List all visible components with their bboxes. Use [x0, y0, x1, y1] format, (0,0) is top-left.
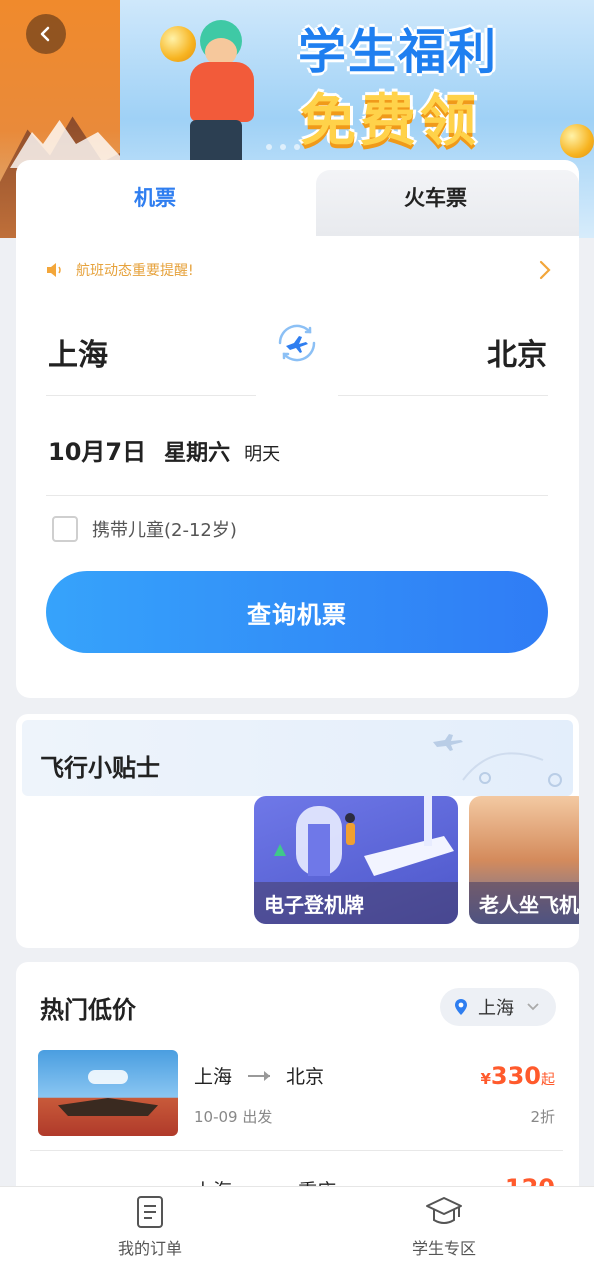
nav-student-zone[interactable]: 学生专区 [364, 1195, 524, 1259]
departure-weekday: 星期六 [164, 441, 231, 466]
child-option[interactable]: 携带儿童(2-12岁) [52, 516, 237, 542]
tip-label: 老人坐飞机 [469, 882, 579, 924]
flight-search-card: 机票 火车票 航班动态重要提醒! 上海 北京 10月7日 星期六 明天 携带儿童… [16, 160, 579, 698]
departure-city[interactable]: 上海 [48, 330, 108, 374]
route-to: 北京 [286, 1066, 325, 1088]
nav-my-orders[interactable]: 我的订单 [70, 1195, 230, 1259]
tab-flight[interactable]: 机票 [134, 182, 176, 212]
chevron-left-icon [40, 26, 50, 42]
child-checkbox[interactable] [52, 516, 78, 542]
swap-cities-button[interactable] [270, 316, 324, 370]
order-list-icon [137, 1196, 163, 1228]
search-flights-button[interactable]: 查询机票 [46, 571, 548, 653]
date-selector[interactable]: 10月7日 星期六 明天 [48, 432, 280, 467]
nav-label: 学生专区 [411, 1239, 476, 1258]
date-divider [46, 495, 548, 496]
bottom-navigation: 我的订单 学生专区 [0, 1186, 594, 1280]
child-label: 携带儿童(2-12岁) [92, 520, 237, 541]
graduation-cap-icon [426, 1197, 462, 1224]
route-shanghai-beijing[interactable]: 上海 北京 [194, 1062, 324, 1089]
arrow-right-icon [248, 1070, 271, 1081]
tip-card-boarding-pass[interactable]: 电子登机牌 [254, 796, 458, 924]
route-depart-date: 10-09 出发 [194, 1108, 273, 1126]
arrival-city[interactable]: 北京 [487, 330, 547, 374]
chevron-down-icon [527, 1003, 539, 1011]
notice-text: 航班动态重要提醒! [76, 263, 194, 279]
flight-tips-card: 飞行小贴士 电子登机牌 老人坐飞机 [16, 714, 579, 948]
banner-pagination [266, 144, 300, 150]
banner-subtitle: 免费领 [300, 89, 480, 154]
route-image-beijing [38, 1050, 178, 1136]
departure-date: 10月7日 [48, 438, 147, 466]
speaker-icon [47, 263, 61, 277]
date-relative-tag: 明天 [244, 444, 281, 465]
city-dropdown[interactable]: 上海 [440, 988, 556, 1026]
tip-card-elderly[interactable]: 老人坐飞机 [469, 796, 579, 924]
plane-decoration-icon [433, 734, 562, 787]
flight-notice[interactable]: 航班动态重要提醒! [46, 258, 551, 282]
route-discount: 2折 [530, 1108, 555, 1126]
back-button[interactable] [26, 14, 66, 54]
banner-title: 学生福利 [298, 24, 499, 80]
route-divider [30, 1150, 563, 1151]
city-divider-right [338, 395, 548, 396]
selected-city: 上海 [478, 998, 514, 1019]
route-price: ¥330起 [480, 1062, 555, 1090]
nav-label: 我的订单 [117, 1239, 182, 1258]
location-pin-icon [455, 999, 467, 1015]
plane-swap-icon [278, 324, 316, 362]
tab-train[interactable]: 火车票 [404, 182, 467, 212]
chevron-right-icon [539, 260, 551, 280]
tips-title: 飞行小贴士 [40, 754, 160, 782]
tip-label: 电子登机牌 [254, 882, 458, 924]
price-value: 330 [490, 1062, 541, 1090]
price-suffix: 起 [541, 1072, 555, 1088]
city-divider-left [46, 395, 256, 396]
hot-deals-card: 热门低价 上海 上海 北京 10-09 出发 ¥330起 2折 上海 重庆 12… [16, 962, 579, 1222]
hot-deals-title: 热门低价 [40, 996, 136, 1024]
route-from: 上海 [194, 1066, 233, 1088]
ticket-tabs: 机票 火车票 [16, 160, 579, 236]
price-currency: ¥ [480, 1070, 491, 1088]
